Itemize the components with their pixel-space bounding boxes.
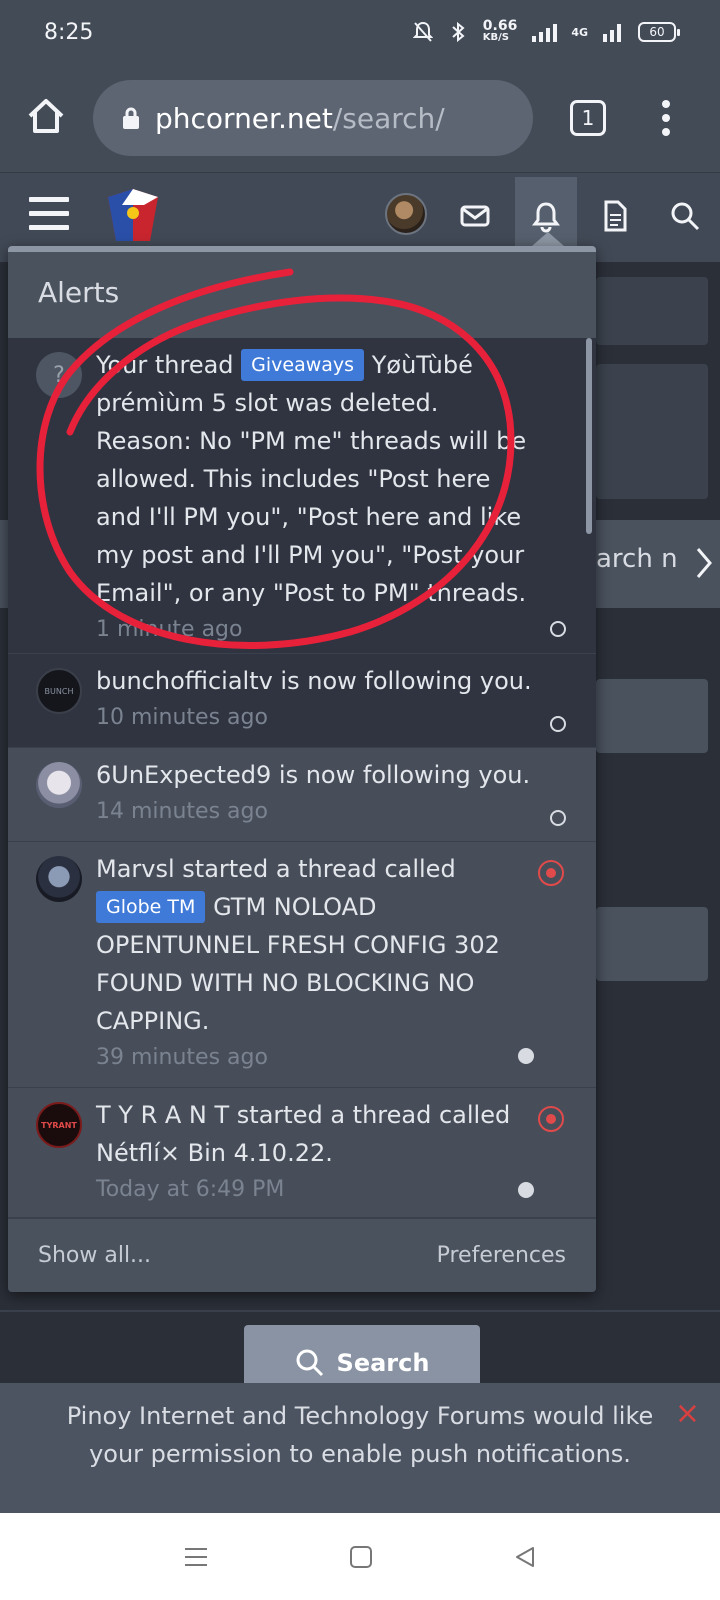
mark-read-icon[interactable] — [550, 621, 566, 637]
browser-menu-icon[interactable] — [660, 100, 672, 136]
search-icon[interactable] — [668, 199, 702, 233]
user-avatar[interactable] — [36, 762, 82, 808]
alerts-dropdown: Alerts ? Your thread Giveaways YøùTùbé p… — [8, 246, 596, 1292]
bluetooth-icon — [452, 21, 465, 43]
mute-bell-icon — [412, 21, 433, 42]
network-speed: 0.66 — [482, 18, 518, 34]
prefix-tag[interactable]: Globe TM — [96, 891, 206, 923]
background-card — [596, 277, 708, 345]
background-card — [596, 679, 708, 753]
network-unit: KB/S — [482, 32, 509, 43]
search-button-label: Search — [336, 1349, 430, 1377]
user-avatar[interactable] — [385, 193, 427, 235]
question-mark-icon: ? — [36, 352, 82, 398]
alert-text: 6UnExpected9 is now following you. 14 mi… — [96, 756, 536, 830]
alert-time: Today at 6:49 PM — [96, 1177, 285, 1202]
scrollbar[interactable] — [586, 338, 592, 534]
url-bar[interactable]: phcorner.net/search/ — [93, 80, 533, 156]
status-icons: 0.66 KB/S 4G 60 — [412, 18, 680, 44]
home-icon[interactable] — [26, 96, 66, 136]
mark-read-icon[interactable] — [550, 810, 566, 826]
background-search-text: arch n — [596, 544, 678, 574]
browser-toolbar: phcorner.net/search/ 1 — [0, 64, 720, 172]
signal-icon — [532, 24, 558, 42]
document-icon[interactable] — [598, 199, 632, 233]
lock-icon — [123, 107, 139, 129]
alert-item[interactable]: TYRANT T Y R A N T started a thread call… — [8, 1088, 596, 1218]
alert-text: Marvsl started a thread called Globe TM … — [96, 850, 536, 1076]
alerts-footer: Show all... Preferences — [8, 1218, 596, 1292]
alert-item[interactable]: BUNCH bunchofficialtv is now following y… — [8, 654, 596, 748]
alerts-caret — [532, 232, 564, 246]
alert-time: 10 minutes ago — [96, 705, 268, 730]
url-host: phcorner.net — [155, 101, 333, 135]
url-path: /search/ — [332, 101, 445, 135]
alerts-title: Alerts — [8, 246, 596, 338]
background-card — [596, 364, 708, 499]
battery-icon: 60 — [638, 22, 680, 42]
mark-read-icon[interactable] — [550, 716, 566, 732]
preferences-link[interactable]: Preferences — [437, 1243, 566, 1268]
alert-item[interactable]: 6UnExpected9 is now following you. 14 mi… — [8, 748, 596, 842]
close-icon[interactable]: × — [675, 1395, 700, 1433]
chevron-right-icon[interactable] — [694, 546, 714, 580]
prefix-tag[interactable]: Giveaways — [241, 349, 365, 381]
recent-apps-icon[interactable] — [183, 1546, 209, 1568]
network-type: 4G — [571, 25, 588, 39]
background-card — [596, 907, 708, 981]
alert-text: T Y R A N T started a thread called Nétf… — [96, 1096, 536, 1208]
user-avatar[interactable]: BUNCH — [36, 668, 82, 714]
push-notification-text: Pinoy Internet and Technology Forums wou… — [66, 1402, 654, 1468]
push-notification-prompt: Pinoy Internet and Technology Forums wou… — [0, 1383, 720, 1513]
back-icon[interactable] — [513, 1545, 537, 1569]
alert-item[interactable]: ? Your thread Giveaways YøùTùbé prémìùm … — [8, 338, 596, 654]
alert-text: bunchofficialtv is now following you. 10… — [96, 662, 536, 736]
alert-item[interactable]: Marvsl started a thread called Globe TM … — [8, 842, 596, 1088]
phcorner-logo[interactable] — [100, 183, 166, 247]
user-avatar[interactable]: TYRANT — [36, 1102, 82, 1148]
mark-unread-icon[interactable] — [518, 1048, 534, 1064]
bell-icon — [532, 202, 560, 233]
clock: 8:25 — [44, 19, 94, 45]
alert-time: 14 minutes ago — [96, 799, 268, 824]
signal-icon-2 — [603, 24, 621, 42]
hamburger-menu-icon[interactable] — [29, 197, 69, 231]
alert-time: 39 minutes ago — [96, 1045, 268, 1070]
mail-icon[interactable] — [458, 199, 492, 233]
home-nav-icon[interactable] — [349, 1545, 373, 1569]
watch-icon[interactable] — [538, 860, 564, 886]
alert-list: ? Your thread Giveaways YøùTùbé prémìùm … — [8, 338, 596, 1218]
alert-time: 1 minute ago — [96, 617, 243, 642]
search-icon — [296, 1349, 323, 1377]
system-nav-bar — [0, 1513, 720, 1600]
status-bar: 8:25 0.66 KB/S 4G 60 — [0, 0, 720, 64]
watch-icon[interactable] — [538, 1106, 564, 1132]
alert-text: Your thread Giveaways YøùTùbé prémìùm 5 … — [96, 346, 536, 648]
user-avatar[interactable] — [36, 856, 82, 902]
tab-switcher-button[interactable]: 1 — [570, 100, 606, 136]
show-all-link[interactable]: Show all... — [38, 1243, 151, 1268]
mark-unread-icon[interactable] — [518, 1182, 534, 1198]
